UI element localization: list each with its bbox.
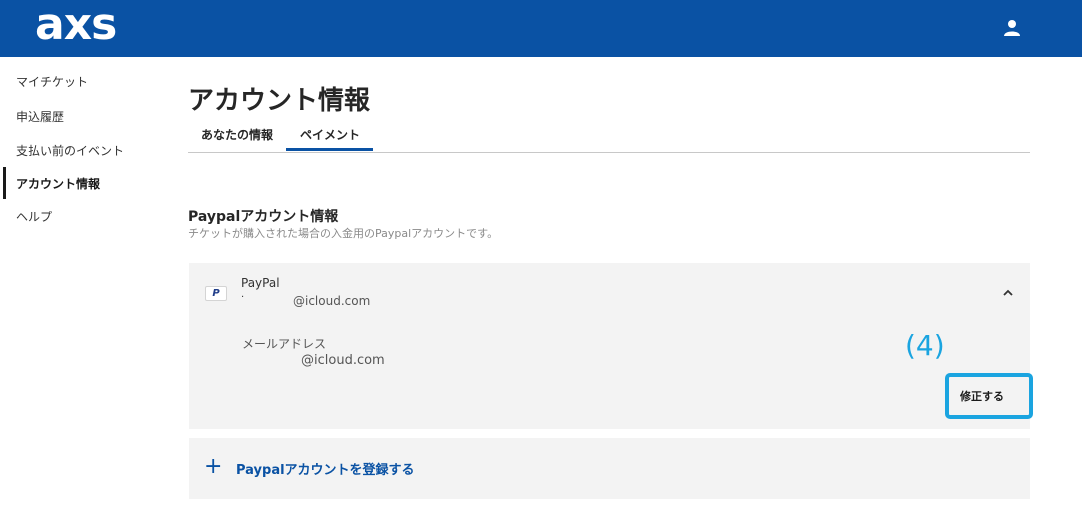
sidebar-active-indicator xyxy=(3,167,6,199)
sidebar-item-help[interactable]: ヘルプ xyxy=(16,208,52,225)
active-tab-underline xyxy=(286,148,373,151)
paypal-email: @icloud.com xyxy=(293,294,371,308)
email-label: メールアドレス xyxy=(242,337,327,351)
section-subtitle: チケットが購入された場合の入金用のPaypalアカウントです。 xyxy=(188,227,499,240)
top-bar: axs xyxy=(0,0,1082,57)
tab-your-info[interactable]: あなたの情報 xyxy=(201,126,273,143)
paypal-name: PayPal xyxy=(241,276,280,290)
sidebar-item-unpaid-events[interactable]: 支払い前のイベント xyxy=(16,142,124,159)
add-paypal-account-label[interactable]: Paypalアカウントを登録する xyxy=(236,459,415,478)
tabs-divider xyxy=(188,152,1030,153)
sidebar-item-order-history[interactable]: 申込履歴 xyxy=(16,108,64,125)
section-title: Paypalアカウント情報 xyxy=(188,209,339,225)
plus-icon[interactable]: + xyxy=(204,455,222,479)
sidebar-item-account-info[interactable]: アカウント情報 xyxy=(16,175,100,192)
page-title: アカウント情報 xyxy=(188,86,371,116)
paypal-masked-prefix: · xyxy=(241,292,245,303)
email-value: @icloud.com xyxy=(301,353,385,368)
sidebar-item-my-tickets[interactable]: マイチケット xyxy=(16,73,88,90)
paypal-logo-icon: P xyxy=(205,286,227,301)
chevron-up-icon[interactable] xyxy=(1003,289,1013,297)
tab-payment[interactable]: ペイメント xyxy=(300,126,360,143)
edit-button[interactable]: 修正する xyxy=(960,388,1004,404)
user-icon[interactable] xyxy=(1004,19,1020,37)
axs-logo[interactable]: axs xyxy=(35,2,117,48)
step-annotation: (4) xyxy=(905,329,945,362)
